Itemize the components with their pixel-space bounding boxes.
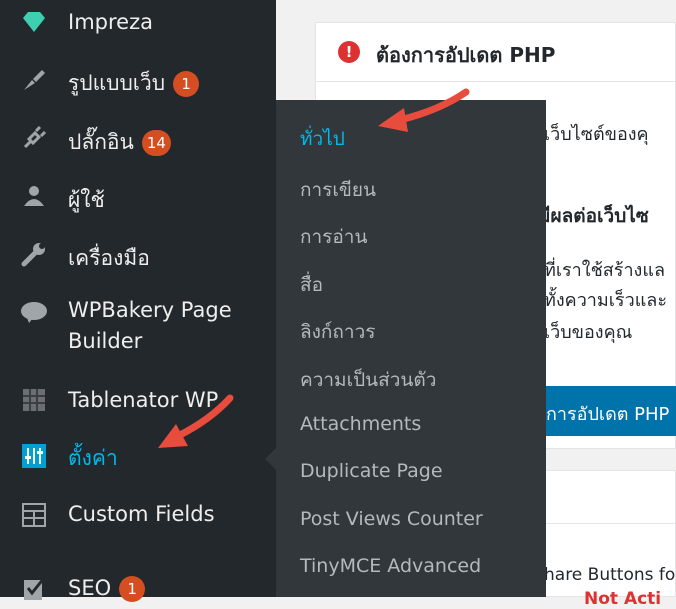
sidebar-item-impreza[interactable]: Impreza (0, 0, 276, 50)
submenu-item-reading[interactable]: การอ่าน (300, 222, 367, 252)
sidebar-item-label-line1: WPBakery Page (68, 298, 232, 322)
seo-check-icon (18, 572, 50, 604)
admin-sidebar: Impreza รูปแบบเว็บ 1 ปลั๊กอิน 14 ผู้ใช้ เค… (0, 0, 276, 602)
diamond-icon (18, 6, 50, 38)
table-grid-icon (18, 384, 50, 416)
status-text: Not Acti (584, 589, 662, 609)
submenu-item-duplicate-page[interactable]: Duplicate Page (300, 460, 443, 482)
submenu-item-attachments[interactable]: Attachments (300, 413, 421, 435)
submenu-item-general[interactable]: ทั่วไป (300, 124, 345, 154)
sidebar-item-wpbakery[interactable]: WPBakery Page Builder (0, 292, 276, 362)
notice-text: เว็บไซต์ของคุ (544, 124, 649, 145)
sidebar-item-label: Impreza (68, 10, 153, 34)
settings-submenu: ทั่วไป การเขียน การอ่าน สื่อ ลิงก์ถาวร ค… (276, 100, 546, 597)
notice-text: เว็บของคุณ (544, 322, 633, 343)
sidebar-item-label: ปลั๊กอิน 14 (68, 126, 171, 159)
sidebar-item-appearance[interactable]: รูปแบบเว็บ 1 (0, 58, 276, 106)
notice-header: ! ต้องการอัปเดต PHP (316, 23, 675, 82)
notice-text: ทั้งความเร็วและ (544, 290, 668, 311)
submenu-item-permalinks[interactable]: ลิงก์ถาวร (300, 317, 375, 347)
wrench-icon (18, 238, 50, 270)
notice-heading: มีผลต่อเว็บไซ (538, 205, 649, 227)
update-php-button-label: การอัปเดต PHP (546, 404, 670, 425)
brush-icon (18, 64, 50, 96)
user-icon (18, 180, 50, 212)
settings-sliders-icon (18, 440, 50, 472)
custom-fields-icon (18, 499, 50, 531)
update-count-badge: 14 (141, 130, 171, 156)
submenu-caret (265, 448, 276, 470)
sidebar-item-label: Custom Fields (68, 502, 215, 526)
submenu-item-tinymce-advanced[interactable]: TinyMCE Advanced (300, 555, 481, 577)
exclamation-circle-icon: ! (338, 41, 360, 63)
sidebar-item-tablenator[interactable]: Tablenator WP (0, 378, 276, 426)
sidebar-item-label: รูปแบบเว็บ 1 (68, 67, 200, 100)
sidebar-item-label: ผู้ใช้ (68, 188, 105, 212)
sidebar-item-label: SEO 1 (68, 576, 146, 602)
sidebar-item-users[interactable]: ผู้ใช้ (0, 174, 276, 222)
sidebar-item-custom-fields[interactable]: Custom Fields (0, 493, 276, 541)
submenu-item-media[interactable]: สื่อ (300, 270, 323, 300)
sidebar-item-label: Tablenator WP (68, 388, 219, 412)
sidebar-item-seo[interactable]: SEO 1 (0, 568, 276, 608)
notice-text: ที่เราใช้สร้างแล (544, 260, 665, 281)
sidebar-item-tools[interactable]: เครื่องมือ (0, 232, 276, 280)
sidebar-item-label: ตั้งค่า (68, 446, 118, 470)
sidebar-item-label: เครื่องมือ (68, 246, 150, 270)
notice-text: hare Buttons fo (544, 565, 676, 585)
sidebar-item-label-line2: Builder (68, 329, 143, 353)
submenu-item-privacy[interactable]: ความเป็นส่วนตัว (300, 365, 436, 395)
update-count-badge: 1 (173, 71, 200, 97)
submenu-item-post-views-counter[interactable]: Post Views Counter (300, 508, 483, 530)
update-count-badge: 1 (119, 576, 146, 602)
notice-title: ต้องการอัปเดต PHP (376, 43, 556, 67)
sidebar-item-settings[interactable]: ตั้งค่า (0, 430, 276, 485)
sidebar-item-plugins[interactable]: ปลั๊กอิน 14 (0, 116, 276, 164)
wpbakery-cloud-icon (18, 296, 50, 328)
submenu-item-writing[interactable]: การเขียน (300, 175, 376, 205)
plugin-icon (18, 122, 50, 154)
